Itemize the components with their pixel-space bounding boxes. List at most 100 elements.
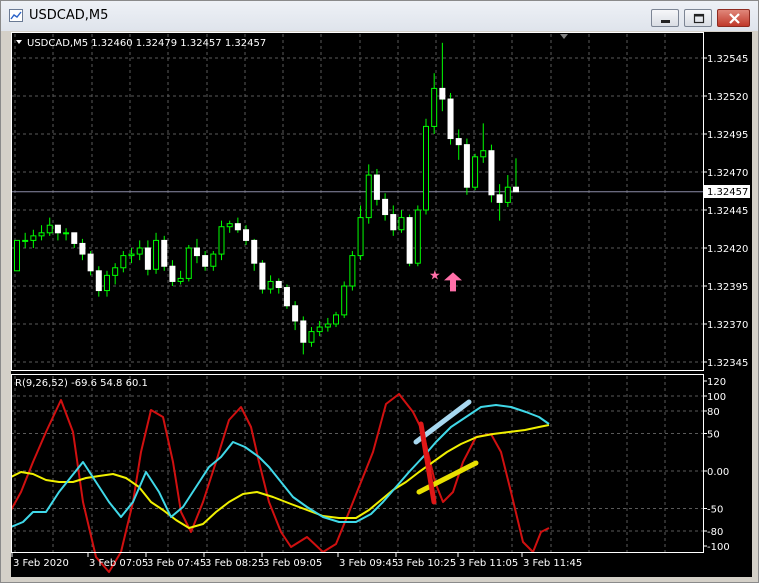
candle-body [447, 98, 454, 140]
candle-body [423, 125, 429, 211]
chart-header: USDCAD,M5 1.32460 1.32479 1.32457 1.3245… [16, 38, 266, 49]
minimize-button[interactable] [651, 9, 679, 27]
title-bar[interactable]: USDCAD,M5 [1, 1, 758, 31]
candle-body [504, 186, 511, 203]
indicator-axis-label: 80 [707, 407, 720, 418]
candle-body [30, 235, 37, 241]
time-axis-label: 3 Feb 09:45 [339, 558, 398, 569]
symbol-info: USDCAD,M5 1.32460 1.32479 1.32457 1.3245… [27, 38, 266, 49]
price-axis-label: 1.32495 [707, 130, 748, 141]
candle-body [234, 223, 241, 231]
candle [300, 316, 307, 355]
candle [202, 251, 209, 271]
candle-body [218, 226, 225, 255]
price-axis-label: 1.32520 [707, 92, 748, 103]
candle [283, 284, 290, 309]
buy-arrow-icon [444, 272, 462, 292]
candle [87, 251, 94, 276]
chart-canvas[interactable]: 1.32545 1.32520 1.32495 1.32470 1.32445 1.324… [11, 32, 752, 577]
indicator-axis-label: -50 [707, 505, 723, 516]
candle [324, 317, 331, 332]
chart-area[interactable]: 1.32545 1.32520 1.32495 1.32470 1.32445 1.324… [11, 32, 752, 577]
candle-body [112, 267, 119, 276]
price-axis-label: 1.32345 [707, 358, 748, 369]
indicator-axis-label: 120 [707, 377, 726, 388]
candle-body [153, 239, 160, 270]
time-axis-label: 3 Feb 08:25 [205, 558, 264, 569]
candle [136, 240, 143, 261]
candle-body [283, 287, 290, 307]
candle [423, 118, 429, 215]
candle [480, 123, 487, 163]
candle-body [333, 314, 340, 325]
candle-body [488, 150, 495, 196]
candle [30, 229, 37, 248]
candle [103, 270, 110, 297]
candle [46, 217, 53, 236]
candlestick-series [14, 42, 519, 355]
candle-body [103, 274, 110, 292]
price-axis-label: 1.32445 [707, 206, 748, 217]
candle-body [193, 247, 200, 257]
candle [79, 238, 86, 261]
candle-body [463, 144, 470, 188]
candle-body [136, 247, 143, 255]
candle [398, 210, 405, 233]
indicator-axis-label: -80 [707, 527, 723, 538]
candle-body [496, 194, 503, 203]
indicator-header: R(9,26,52) -69.6 54.8 60.1 [15, 378, 148, 389]
candle [504, 175, 511, 207]
candle [447, 92, 454, 145]
candle-body [349, 255, 356, 287]
candle-body [455, 138, 462, 146]
candle-body [226, 223, 233, 228]
candle-body [382, 198, 389, 216]
indicator-label: R(9,26,52) -69.6 54.8 60.1 [15, 378, 148, 389]
candle-body [267, 280, 274, 290]
candle [161, 235, 168, 271]
candle-body [472, 156, 479, 188]
candle-body [308, 331, 315, 343]
candle [63, 228, 70, 241]
price-axis-label: 1.32395 [707, 282, 748, 293]
candle-body [177, 277, 184, 282]
candle [357, 205, 364, 261]
candle [54, 224, 61, 241]
indicator-axis-label: 0.00 [707, 467, 729, 478]
candle-body [316, 326, 323, 333]
time-axis-label: 3 Feb 11:45 [523, 558, 582, 569]
candle-body [54, 224, 61, 234]
current-price-tag: 1.32457 [704, 185, 750, 198]
candle-body [71, 232, 78, 244]
price-axis-label: 1.32370 [707, 320, 748, 331]
close-button[interactable] [717, 9, 750, 27]
window-title: USDCAD,M5 [29, 8, 109, 23]
candle [472, 153, 479, 191]
candle [218, 220, 225, 261]
axes: 1.32545 1.32520 1.32495 1.32470 1.32445 1.324… [11, 32, 748, 569]
candle [267, 275, 274, 294]
shift-marker-icon[interactable] [560, 34, 568, 39]
candle [333, 311, 340, 328]
maximize-icon [693, 13, 705, 24]
candle [243, 225, 250, 245]
maximize-button[interactable] [684, 9, 712, 27]
candle [292, 301, 299, 331]
candle [414, 205, 421, 267]
candle-body [431, 87, 438, 127]
candle [406, 214, 413, 267]
candle-body [14, 239, 20, 272]
time-axis-label: 3 Feb 07:05 [89, 558, 148, 569]
candle-body [144, 247, 151, 270]
time-axis-label: 3 Feb 07:45 [147, 558, 206, 569]
time-axis-label: 3 Feb 10:25 [397, 558, 456, 569]
header-dropdown-icon[interactable] [16, 40, 22, 44]
indicator-axis-label: 50 [707, 430, 720, 441]
candle-body [300, 320, 307, 343]
candle [496, 184, 503, 221]
candle [153, 232, 160, 274]
candle [234, 217, 241, 233]
close-icon [729, 13, 740, 24]
candle-body [210, 253, 217, 267]
time-axis-label: 3 Feb 09:05 [263, 558, 322, 569]
